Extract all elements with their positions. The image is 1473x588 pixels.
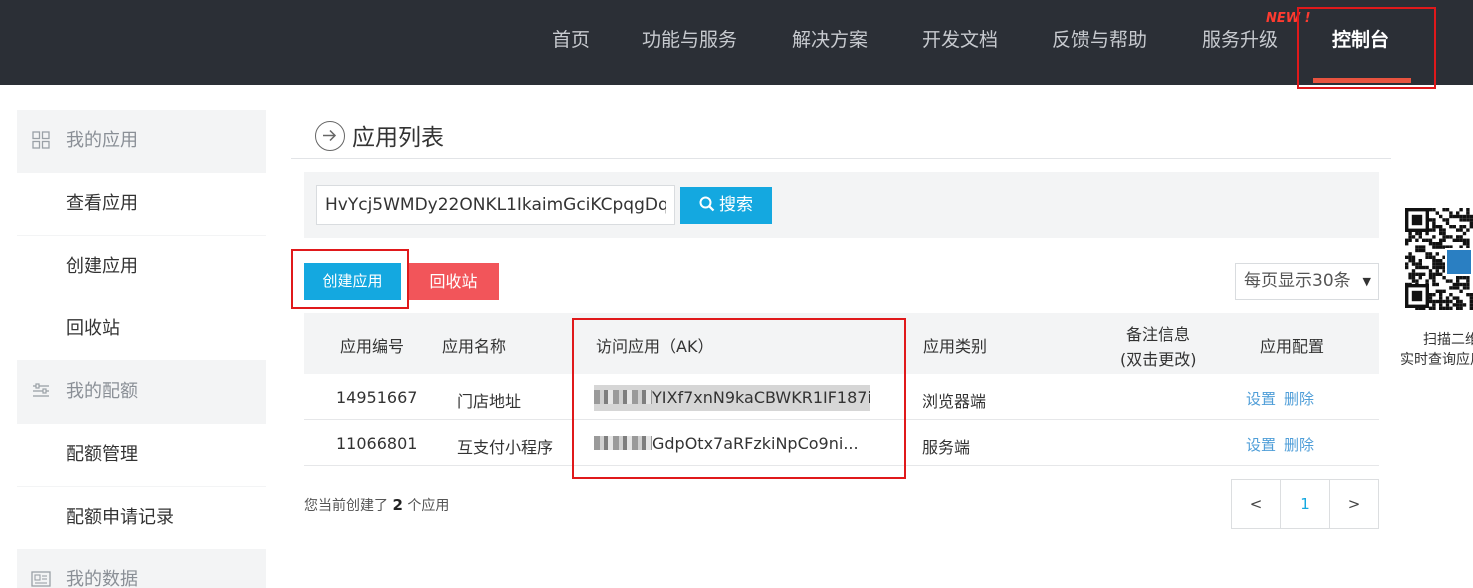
sidebar-section-label: 我的配额 (66, 381, 138, 402)
pagination: < 1 > (1231, 479, 1379, 529)
cell-ak-text: YIXf7xnN9kaCBWKR1IF187iIQ0 (652, 388, 870, 407)
row-divider (304, 465, 1379, 466)
page-size-select[interactable]: 每页显示30条 ▼ (1235, 263, 1379, 300)
sidebar-item-create-app[interactable]: 创建应用 (17, 236, 266, 298)
column-header-app-id: 应用编号 (340, 337, 405, 356)
search-input[interactable] (316, 185, 675, 225)
qr-code-image (1405, 208, 1473, 318)
search-icon (699, 196, 715, 212)
sidebar-section-my-quota[interactable]: 我的配额 (17, 362, 266, 422)
summary-suffix: 个应用 (407, 498, 450, 514)
sidebar-section-label: 我的数据 (66, 569, 138, 588)
column-header-ak: 访问应用（AK） (596, 337, 714, 356)
sidebar-section-label: 我的应用 (66, 130, 138, 151)
nav-console[interactable]: 控制台 (1332, 0, 1389, 80)
row-divider (304, 419, 1379, 420)
qr-caption-line2: 实时查询应用 (1400, 352, 1473, 368)
top-nav-bar: 首页 功能与服务 解决方案 开发文档 反馈与帮助 服务升级 NEW ! 控制台 (0, 0, 1473, 85)
title-divider (291, 158, 1391, 159)
cell-ak[interactable]: GdpOtx7aRFzkiNpCo9ni... (594, 431, 870, 457)
search-button[interactable]: 搜索 (680, 187, 772, 224)
nav-home[interactable]: 首页 (552, 0, 590, 80)
nav-solutions[interactable]: 解决方案 (792, 0, 868, 80)
sidebar-item-recycle-bin[interactable]: 回收站 (17, 298, 266, 360)
column-header-app-type: 应用类别 (923, 337, 988, 356)
app-count-summary: 您当前创建了 2 个应用 (304, 495, 449, 515)
sidebar-item-quota-management[interactable]: 配额管理 (17, 424, 266, 486)
cell-app-name: 互支付小程序 (457, 438, 554, 457)
settings-link[interactable]: 设置 (1246, 434, 1276, 455)
new-badge: NEW ! (1266, 11, 1311, 26)
redaction-mask (594, 436, 652, 450)
grid-icon (31, 111, 51, 171)
sidebar: 我的应用 查看应用 创建应用 回收站 我的配额 配额管理 配额申请记录 我的数据 (17, 110, 266, 588)
cell-app-id: 11066801 (336, 434, 418, 453)
page-size-value: 每页显示30条 (1244, 271, 1351, 291)
sidebar-item-quota-requests[interactable]: 配额申请记录 (17, 487, 266, 549)
column-header-config: 应用配置 (1260, 337, 1325, 356)
cell-app-id: 14951667 (336, 388, 418, 407)
sidebar-section-my-data[interactable]: 我的数据 (17, 550, 266, 588)
column-header-remark: 备注信息 (1126, 325, 1191, 344)
nav-active-underline (1313, 78, 1411, 83)
recycle-bin-button[interactable]: 回收站 (408, 263, 499, 300)
create-app-button[interactable]: 创建应用 (304, 263, 401, 300)
pager-current-page[interactable]: 1 (1280, 480, 1330, 528)
cell-ak-text: GdpOtx7aRFzkiNpCo9ni... (652, 434, 859, 453)
sliders-icon (31, 362, 51, 422)
nav-feedback-help[interactable]: 反馈与帮助 (1052, 0, 1147, 80)
qr-caption-line1: 扫描二维码 (1423, 332, 1473, 348)
nav-features-services[interactable]: 功能与服务 (642, 0, 737, 80)
id-card-icon (31, 550, 51, 588)
column-header-app-name: 应用名称 (442, 337, 507, 356)
pager-prev-button[interactable]: < (1232, 480, 1280, 528)
summary-count: 2 (392, 496, 403, 514)
nav-dev-docs[interactable]: 开发文档 (922, 0, 998, 80)
summary-prefix: 您当前创建了 (304, 498, 388, 514)
delete-link[interactable]: 删除 (1284, 388, 1314, 409)
page-title: 应用列表 (352, 125, 444, 151)
cell-app-type: 浏览器端 (922, 392, 987, 411)
sidebar-section-my-apps[interactable]: 我的应用 (17, 111, 266, 171)
delete-link[interactable]: 删除 (1284, 434, 1314, 455)
column-header-remark-hint: (双击更改) (1120, 350, 1197, 369)
cell-ak[interactable]: YIXf7xnN9kaCBWKR1IF187iIQ0 (594, 385, 870, 411)
arrow-circle-right-icon (315, 121, 345, 151)
caret-down-icon: ▼ (1362, 275, 1371, 288)
pager-next-button[interactable]: > (1330, 480, 1378, 528)
sidebar-item-view-apps[interactable]: 查看应用 (17, 173, 266, 235)
settings-link[interactable]: 设置 (1246, 388, 1276, 409)
cell-app-name: 门店地址 (457, 392, 522, 411)
search-button-label: 搜索 (719, 195, 753, 215)
cell-app-type: 服务端 (922, 438, 971, 457)
redaction-mask (594, 390, 652, 404)
